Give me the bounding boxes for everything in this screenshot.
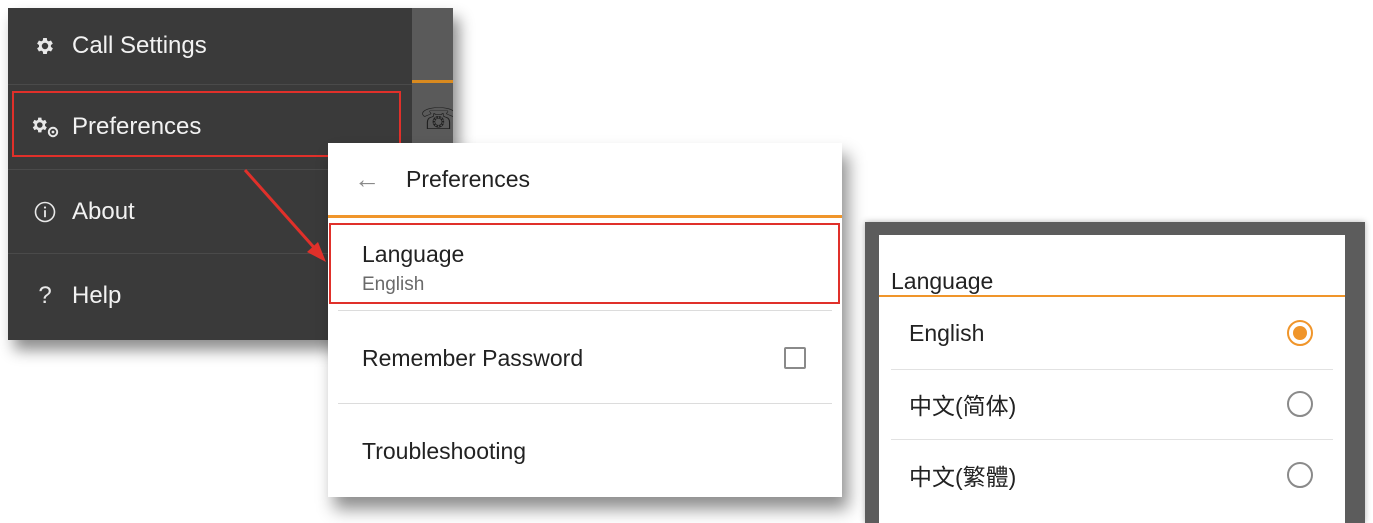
language-option-label: English — [909, 319, 985, 346]
header-accent-line — [328, 215, 842, 218]
language-highlight-box — [329, 223, 840, 304]
language-option-traditional-chinese[interactable]: 中文(繁體) — [879, 440, 1345, 510]
dialog-title: Language — [891, 268, 994, 294]
language-dialog-backdrop: Language English 中文(简体) 中文(繁體) — [865, 222, 1365, 523]
troubleshooting-row[interactable]: Troubleshooting — [328, 405, 842, 497]
call-history-icon: ☏ — [420, 103, 453, 136]
back-arrow-icon[interactable]: ← — [354, 166, 384, 192]
language-option-label: 中文(繁體) — [909, 464, 1017, 490]
remember-password-row[interactable]: Remember Password — [328, 313, 842, 403]
preferences-screen: ← Preferences Language English Remember … — [328, 143, 842, 497]
help-icon: ? — [38, 282, 52, 309]
radio-unselected[interactable] — [1287, 391, 1313, 417]
divider — [338, 403, 832, 404]
radio-selected[interactable] — [1287, 320, 1313, 346]
info-icon — [28, 201, 62, 223]
troubleshooting-label: Troubleshooting — [362, 437, 527, 464]
divider — [338, 310, 832, 311]
drawer-edge-accent — [412, 80, 453, 83]
remember-password-checkbox[interactable] — [784, 347, 806, 369]
language-dialog: Language English 中文(简体) 中文(繁體) — [879, 235, 1345, 523]
preferences-header: ← Preferences — [328, 143, 842, 215]
radio-unselected[interactable] — [1287, 462, 1313, 488]
remember-password-label: Remember Password — [362, 344, 584, 371]
page-title: Preferences — [406, 165, 531, 192]
drawer-item-call-settings[interactable]: Call Settings — [8, 8, 412, 85]
gear-icon — [28, 35, 62, 57]
drawer-item-label: About — [72, 197, 135, 225]
dialog-accent-line — [879, 295, 1345, 297]
drawer-item-label: Help — [72, 282, 122, 309]
drawer-item-label: Call Settings — [72, 32, 207, 59]
language-option-label: 中文(简体) — [909, 393, 1017, 419]
language-option-simplified-chinese[interactable]: 中文(简体) — [879, 369, 1345, 439]
language-option-english[interactable]: English — [879, 298, 1345, 368]
